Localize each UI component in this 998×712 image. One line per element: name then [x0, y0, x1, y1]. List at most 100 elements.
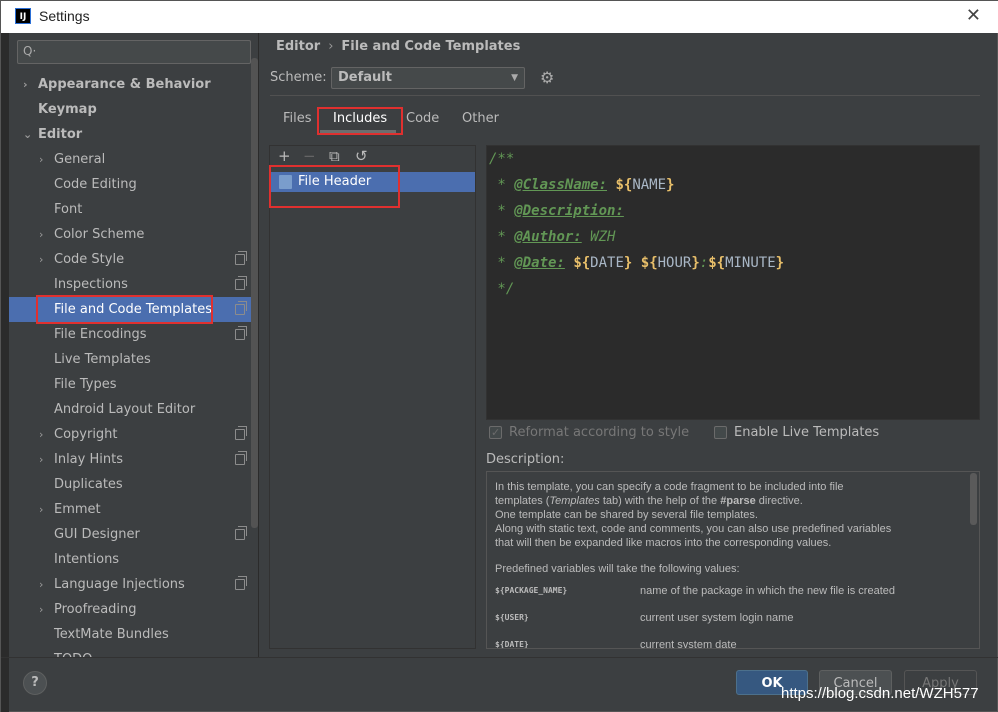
- tab-other[interactable]: Other: [462, 111, 499, 126]
- close-icon[interactable]: ✕: [966, 5, 981, 26]
- sidebar-item-color-scheme[interactable]: › Color Scheme: [9, 222, 258, 247]
- sidebar-scrollbar[interactable]: [251, 58, 258, 528]
- code-token: @Description:: [514, 203, 624, 219]
- chevron-right-icon[interactable]: ›: [39, 497, 51, 522]
- template-code-editor[interactable]: /** * @ClassName: ${NAME} * @Description…: [486, 145, 980, 420]
- sidebar-item-inspections[interactable]: Inspections: [9, 272, 258, 297]
- chevron-right-icon[interactable]: ›: [23, 72, 35, 97]
- variables-list: ${PACKAGE_NAME} name of the package in wh…: [495, 584, 971, 649]
- sidebar-item-language-injections[interactable]: › Language Injections: [9, 572, 258, 597]
- sidebar-item-code-editing[interactable]: Code Editing: [9, 172, 258, 197]
- sidebar-item-textmate-bundles[interactable]: TextMate Bundles: [9, 622, 258, 647]
- remove-icon[interactable]: −: [303, 147, 316, 165]
- sidebar-item-intentions[interactable]: Intentions: [9, 547, 258, 572]
- highlight-box-includes: [317, 107, 403, 135]
- code-token: :: [699, 255, 709, 271]
- sidebar-item-label: TextMate Bundles: [54, 627, 169, 642]
- sidebar-item-file-types[interactable]: File Types: [9, 372, 258, 397]
- sidebar-item-label: Language Injections: [54, 577, 185, 592]
- sidebar-item-label: Editor: [38, 127, 83, 142]
- sidebar-item-emmet[interactable]: › Emmet: [9, 497, 258, 522]
- help-button[interactable]: ?: [23, 671, 47, 695]
- chevron-right-icon[interactable]: ›: [39, 222, 51, 247]
- variable-description: current system date: [640, 639, 737, 649]
- sidebar-item-inlay-hints[interactable]: › Inlay Hints: [9, 447, 258, 472]
- sidebar-item-editor[interactable]: ⌄ Editor: [9, 122, 258, 147]
- code-token: */: [489, 281, 515, 297]
- sidebar-item-label: Proofreading: [54, 602, 137, 617]
- gear-icon[interactable]: ⚙: [540, 68, 554, 87]
- code-token: WZH: [581, 229, 616, 245]
- highlight-box-file-header: [269, 165, 400, 208]
- project-scope-icon: [235, 576, 247, 590]
- sidebar-item-font[interactable]: Font: [9, 197, 258, 222]
- breadcrumb-separator: ›: [328, 39, 334, 54]
- scheme-label: Scheme:: [270, 70, 327, 85]
- project-scope-icon: [235, 276, 247, 290]
- sidebar-item-general[interactable]: › General: [9, 147, 258, 172]
- header-divider: [270, 95, 980, 96]
- checkbox-box: [714, 426, 727, 439]
- sidebar-item-todo[interactable]: TODO: [9, 647, 258, 657]
- desc-text: directive.: [755, 495, 803, 507]
- sidebar-item-android-layout-editor[interactable]: Android Layout Editor: [9, 397, 258, 422]
- sidebar-item-label: Color Scheme: [54, 227, 145, 242]
- desc-emphasis: Templates: [549, 495, 600, 507]
- code-line: * @Date: ${DATE} ${HOUR}:${MINUTE}: [489, 250, 784, 276]
- chevron-right-icon[interactable]: ›: [39, 597, 51, 622]
- sidebar-item-label: General: [54, 152, 106, 167]
- desc-text: tab) with the help of the: [599, 495, 721, 507]
- sidebar-item-label: Duplicates: [54, 477, 123, 492]
- background-edge: [1, 33, 9, 712]
- desc-strong: #parse: [720, 495, 756, 507]
- chevron-right-icon[interactable]: ›: [39, 447, 51, 472]
- highlight-box-sidebar-selection: [36, 295, 213, 324]
- sidebar-item-label: TODO: [54, 647, 92, 657]
- variable-row: ${PACKAGE_NAME} name of the package in wh…: [495, 584, 971, 611]
- window-title: Settings: [39, 8, 90, 24]
- code-token: *: [489, 203, 515, 219]
- chevron-right-icon[interactable]: ›: [39, 147, 51, 172]
- sidebar-item-label: File Types: [54, 377, 117, 392]
- sidebar-item-proofreading[interactable]: › Proofreading: [9, 597, 258, 622]
- sidebar-item-label: Code Editing: [54, 177, 137, 192]
- description-vars-intro: Predefined variables will take the follo…: [495, 563, 740, 575]
- code-token: }: [775, 255, 785, 271]
- sidebar-item-duplicates[interactable]: Duplicates: [9, 472, 258, 497]
- tab-code[interactable]: Code: [406, 111, 439, 126]
- sidebar-item-code-style[interactable]: › Code Style: [9, 247, 258, 272]
- sidebar-item-label: Android Layout Editor: [54, 402, 196, 417]
- scheme-dropdown[interactable]: Default ▼: [331, 67, 525, 89]
- search-input[interactable]: Q·: [17, 40, 251, 64]
- settings-dialog: IJ Settings ✕ Q· › Appearance & Behavior K…: [0, 0, 998, 712]
- sidebar-item-file-encodings[interactable]: File Encodings: [9, 322, 258, 347]
- sidebar-item-label: Appearance & Behavior: [38, 77, 211, 92]
- code-token: *: [489, 255, 515, 271]
- add-icon[interactable]: +: [278, 147, 291, 165]
- sidebar-item-gui-designer[interactable]: GUI Designer: [9, 522, 258, 547]
- desc-line: that will then be expanded like macros i…: [495, 537, 832, 549]
- code-token: }: [666, 177, 675, 193]
- sidebar-item-live-templates[interactable]: Live Templates: [9, 347, 258, 372]
- sidebar-item-copyright[interactable]: › Copyright: [9, 422, 258, 447]
- sidebar-item-keymap[interactable]: Keymap: [9, 97, 258, 122]
- project-scope-icon: [235, 526, 247, 540]
- chevron-right-icon[interactable]: ›: [39, 422, 51, 447]
- sidebar-item-appearance-behavior[interactable]: › Appearance & Behavior: [9, 72, 258, 97]
- code-token: *: [489, 177, 515, 193]
- chevron-down-icon[interactable]: ⌄: [23, 122, 35, 147]
- sidebar-item-label: Intentions: [54, 552, 120, 567]
- description-scrollbar[interactable]: [970, 473, 977, 525]
- reset-icon[interactable]: ↺: [355, 147, 368, 165]
- code-token: @Date:: [514, 255, 565, 271]
- code-token: @ClassName:: [514, 177, 608, 193]
- code-line: */: [489, 276, 514, 302]
- chevron-right-icon[interactable]: ›: [39, 247, 51, 272]
- chevron-right-icon[interactable]: ›: [39, 572, 51, 597]
- tab-files[interactable]: Files: [283, 111, 312, 126]
- code-line: * @Description:: [489, 198, 624, 224]
- project-scope-icon: [235, 326, 247, 340]
- copy-icon[interactable]: ⧉: [329, 147, 340, 165]
- intellij-app-icon: IJ: [15, 8, 31, 24]
